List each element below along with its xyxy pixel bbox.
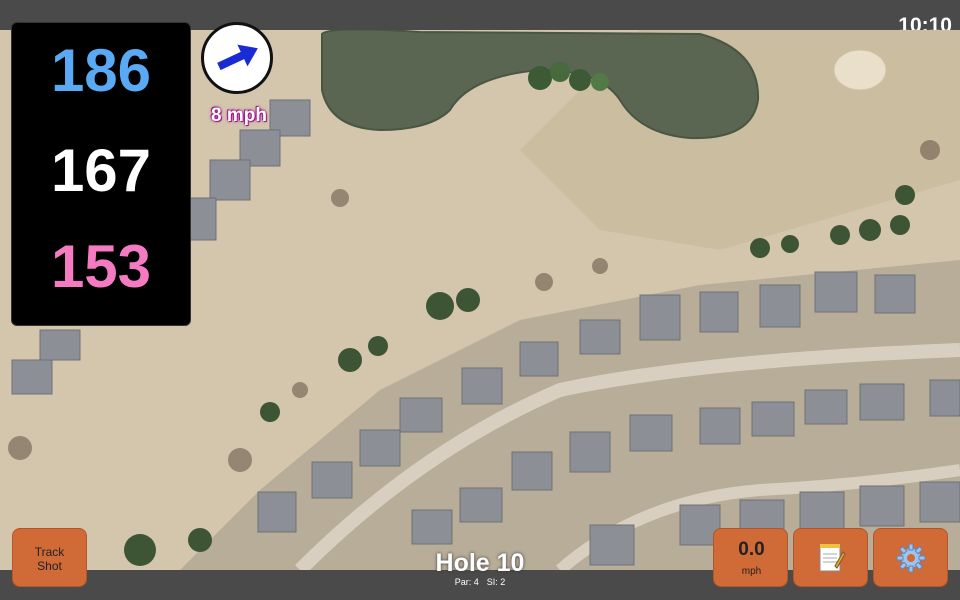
wind-direction-dial — [201, 22, 273, 94]
hole-info: Par: 4 SI: 2 — [380, 577, 580, 587]
arrow-icon — [217, 44, 258, 71]
notes-button[interactable] — [793, 528, 868, 587]
track-shot-label-1: Track — [34, 545, 65, 559]
yardage-panel: 186 167 153 — [11, 22, 191, 326]
speed-button[interactable]: 0.0 mph — [713, 528, 788, 587]
front-yardage: 153 — [50, 233, 152, 300]
hole-stroke-index: SI: 2 — [486, 577, 506, 587]
gear-icon — [896, 543, 926, 573]
notepad-icon — [819, 544, 846, 572]
hole-par: Par: 4 — [454, 577, 479, 587]
hole-title: Hole 10 — [435, 549, 525, 577]
speed-unit: mph — [741, 566, 762, 577]
back-yardage: 186 — [50, 37, 152, 104]
track-shot-label-2: Shot — [37, 559, 62, 573]
speed-value: 0.0 — [738, 539, 765, 560]
track-shot-button[interactable]: Track Shot — [12, 528, 87, 587]
settings-button[interactable] — [873, 528, 948, 587]
middle-yardage: 167 — [50, 137, 152, 204]
wind-speed-label: 8 mph — [211, 105, 267, 126]
